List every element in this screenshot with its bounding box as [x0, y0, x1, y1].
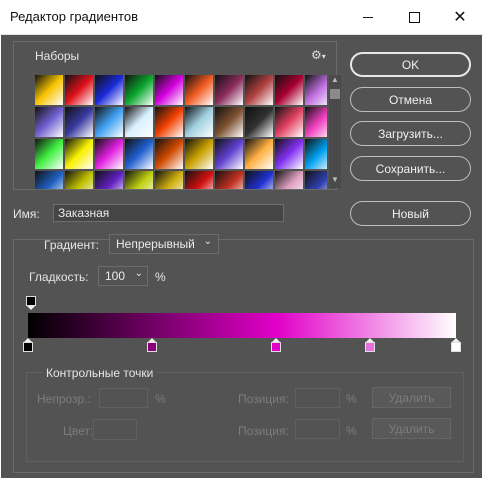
preset-swatch[interactable]: [65, 139, 93, 169]
preset-swatch[interactable]: [275, 75, 303, 105]
preset-swatch[interactable]: [155, 107, 183, 137]
close-button[interactable]: ✕: [437, 0, 483, 34]
preset-swatch[interactable]: [95, 139, 123, 169]
smoothness-unit: %: [155, 270, 166, 284]
name-label: Имя:: [13, 207, 40, 221]
name-field[interactable]: Заказная: [53, 204, 284, 222]
color-stop[interactable]: [271, 342, 281, 352]
opacity-stop-pointer: [27, 306, 35, 310]
preset-swatch[interactable]: [35, 75, 63, 105]
preset-swatch[interactable]: [305, 171, 327, 189]
presets-scrollbar[interactable]: ▲ ▼: [329, 75, 341, 188]
color-label: Цвет:: [63, 424, 94, 438]
smoothness-value: 100: [105, 269, 126, 283]
preset-swatch[interactable]: [245, 171, 273, 189]
opacity-position-label: Позиция:: [238, 392, 289, 406]
preset-swatch[interactable]: [215, 107, 243, 137]
gradient-type-label: Градиент:: [44, 238, 100, 252]
opacity-position-field: [295, 388, 340, 408]
opacity-stop[interactable]: [26, 296, 36, 306]
scroll-down-icon[interactable]: ▼: [329, 175, 341, 184]
preset-swatch[interactable]: [125, 171, 153, 189]
minimize-button[interactable]: [345, 0, 391, 34]
preset-swatch[interactable]: [245, 107, 273, 137]
preset-swatch[interactable]: [65, 171, 93, 189]
preset-swatch[interactable]: [215, 75, 243, 105]
color-position-percent: %: [346, 424, 357, 438]
window-title: Редактор градиентов: [10, 9, 138, 24]
close-icon: ✕: [453, 9, 467, 26]
delete-opacity-stop-button[interactable]: Удалить: [372, 387, 451, 408]
color-position-field: [295, 419, 340, 439]
preset-swatch[interactable]: [305, 139, 327, 169]
color-stop[interactable]: [147, 342, 157, 352]
preset-swatch[interactable]: [215, 171, 243, 189]
gradient-preview-bar[interactable]: [28, 313, 456, 338]
preset-swatch[interactable]: [65, 107, 93, 137]
preset-swatch[interactable]: [95, 171, 123, 189]
preset-swatch[interactable]: [215, 139, 243, 169]
preset-swatch[interactable]: [35, 171, 63, 189]
minimize-icon: [363, 16, 373, 18]
preset-swatch[interactable]: [305, 75, 327, 105]
dialog-body: Наборы ⚙▾ ▲ ▼ OK Отмена Загрузить... Сох…: [1, 35, 482, 478]
preset-swatch[interactable]: [185, 107, 213, 137]
control-points-panel: [26, 372, 464, 462]
delete-color-stop-button[interactable]: Удалить: [372, 418, 451, 439]
color-position-label: Позиция:: [238, 424, 289, 438]
new-button[interactable]: Новый: [350, 201, 471, 226]
color-stop[interactable]: [365, 342, 375, 352]
opacity-label: Непрозр.:: [37, 392, 91, 406]
preset-swatch[interactable]: [275, 107, 303, 137]
preset-swatch-grid: [35, 75, 327, 189]
preset-swatch[interactable]: [305, 107, 327, 137]
opacity-percent: %: [155, 392, 166, 406]
scroll-thumb[interactable]: [330, 89, 340, 99]
color-swatch-field: [93, 419, 137, 440]
preset-swatch[interactable]: [155, 139, 183, 169]
preset-swatch[interactable]: [95, 75, 123, 105]
preset-swatch[interactable]: [65, 75, 93, 105]
gear-icon[interactable]: ⚙▾: [311, 48, 326, 62]
load-button[interactable]: Загрузить...: [350, 121, 471, 146]
preset-swatch[interactable]: [35, 107, 63, 137]
preset-swatch[interactable]: [275, 139, 303, 169]
chevron-down-icon: ⌄: [203, 236, 212, 247]
opacity-position-percent: %: [346, 392, 357, 406]
preset-swatch[interactable]: [155, 75, 183, 105]
preset-swatch[interactable]: [185, 171, 213, 189]
smoothness-select[interactable]: 100 ⌄: [98, 266, 148, 286]
preset-swatch[interactable]: [125, 139, 153, 169]
smoothness-label: Гладкость:: [29, 270, 89, 284]
save-button[interactable]: Сохранить...: [350, 156, 471, 181]
color-stop[interactable]: [23, 342, 33, 352]
color-stop[interactable]: [451, 342, 461, 352]
maximize-button[interactable]: [391, 0, 437, 34]
preset-swatch[interactable]: [125, 107, 153, 137]
preset-swatch[interactable]: [125, 75, 153, 105]
scroll-up-icon[interactable]: ▲: [329, 75, 341, 84]
gradient-type-select[interactable]: Непрерывный ⌄: [109, 234, 219, 254]
opacity-field: [99, 388, 148, 408]
presets-label: Наборы: [35, 49, 80, 63]
maximize-icon: [408, 11, 420, 23]
title-bar: Редактор градиентов ✕: [0, 0, 483, 35]
cancel-button[interactable]: Отмена: [350, 87, 471, 112]
preset-swatch[interactable]: [95, 107, 123, 137]
preset-swatch[interactable]: [35, 139, 63, 169]
preset-swatch[interactable]: [245, 139, 273, 169]
gradient-type-value: Непрерывный: [116, 237, 195, 251]
preset-swatch[interactable]: [245, 75, 273, 105]
preset-swatch[interactable]: [275, 171, 303, 189]
ok-button[interactable]: OK: [350, 52, 471, 77]
control-points-title: Контрольные точки: [43, 366, 157, 380]
preset-swatch[interactable]: [185, 139, 213, 169]
preset-swatch[interactable]: [155, 171, 183, 189]
preset-swatch[interactable]: [185, 75, 213, 105]
presets-panel: Наборы ⚙▾ ▲ ▼: [13, 41, 341, 190]
chevron-down-icon: ⌄: [134, 268, 143, 279]
